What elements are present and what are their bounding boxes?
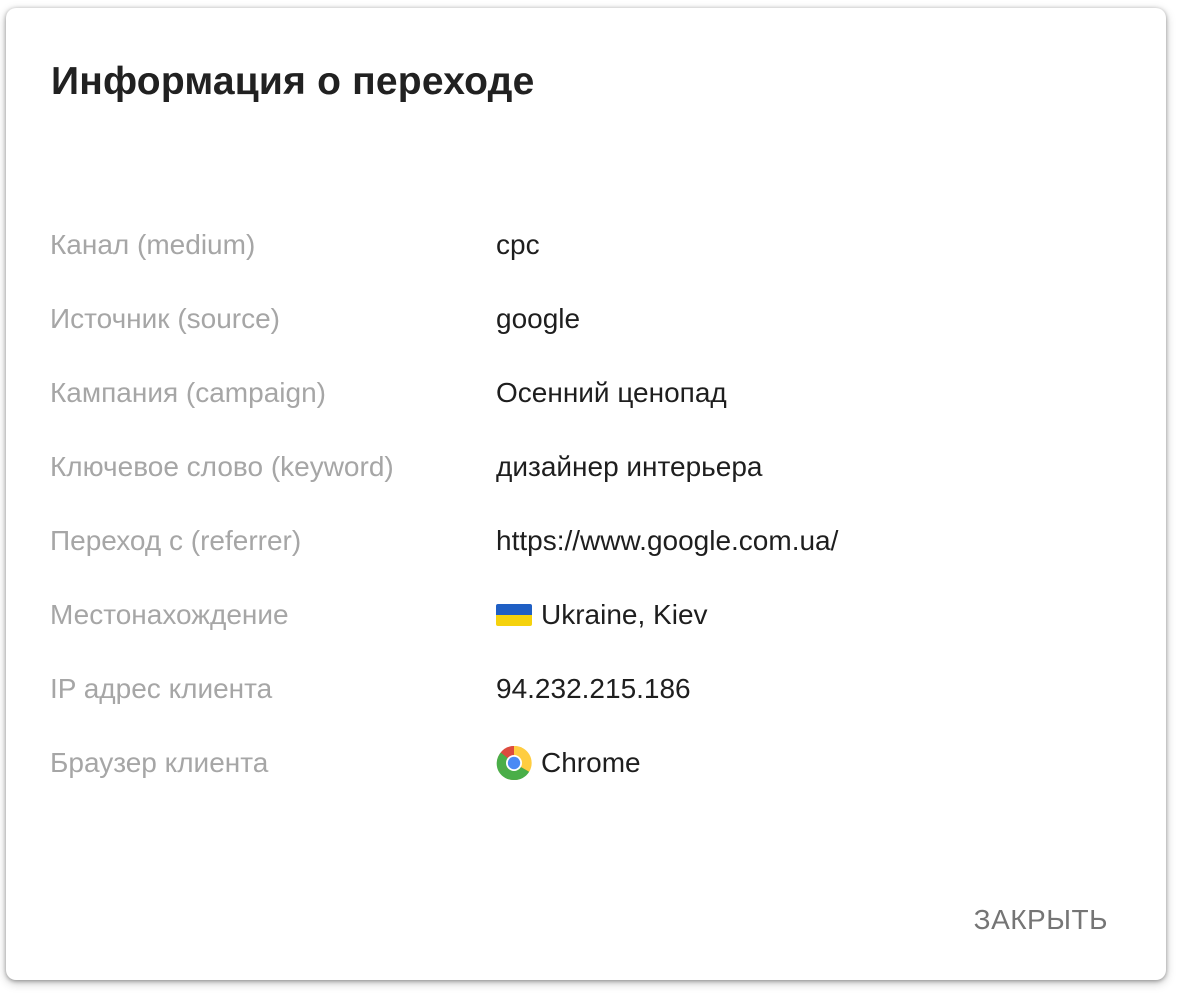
info-value: Chrome [496, 745, 641, 781]
chrome-icon [496, 745, 532, 781]
info-value: https://www.google.com.ua/ [496, 525, 839, 556]
info-row-ip: IP адрес клиента 94.232.215.186 [50, 652, 1130, 726]
info-label: IP адрес клиента [50, 673, 273, 704]
info-label: Браузер клиента [50, 747, 269, 778]
info-label: Переход с (referrer) [50, 525, 302, 556]
info-row-keyword: Ключевое слово (keyword) дизайнер интерь… [50, 430, 1130, 504]
info-row-browser: Браузер клиента Chrome [50, 726, 1130, 800]
info-label: Ключевое слово (keyword) [50, 451, 394, 482]
info-list: Канал (medium) cpc Источник (source) goo… [50, 208, 1130, 800]
info-row-campaign: Кампания (campaign) Осенний ценопад [50, 356, 1130, 430]
info-row-medium: Канал (medium) cpc [50, 208, 1130, 282]
info-label: Канал (medium) [50, 229, 256, 260]
info-row-referrer: Переход с (referrer) https://www.google.… [50, 504, 1130, 578]
dialog-title: Информация о переходе [51, 60, 535, 103]
info-value: Осенний ценопад [496, 377, 727, 408]
info-row-source: Источник (source) google [50, 282, 1130, 356]
info-row-location: Местонахождение Ukraine, Kiev [50, 578, 1130, 652]
info-label: Местонахождение [50, 599, 289, 630]
info-value: 94.232.215.186 [496, 673, 691, 704]
referral-info-dialog: Информация о переходе Канал (medium) cpc… [6, 8, 1166, 980]
close-button[interactable]: ЗАКРЫТЬ [968, 900, 1114, 940]
ukraine-flag-icon [496, 604, 532, 626]
info-value: Ukraine, Kiev [496, 599, 708, 631]
info-value: дизайнер интерьера [496, 451, 763, 482]
info-value: cpc [496, 229, 540, 260]
info-label: Кампания (campaign) [50, 377, 326, 408]
info-label: Источник (source) [50, 303, 281, 334]
info-value: google [496, 303, 581, 334]
